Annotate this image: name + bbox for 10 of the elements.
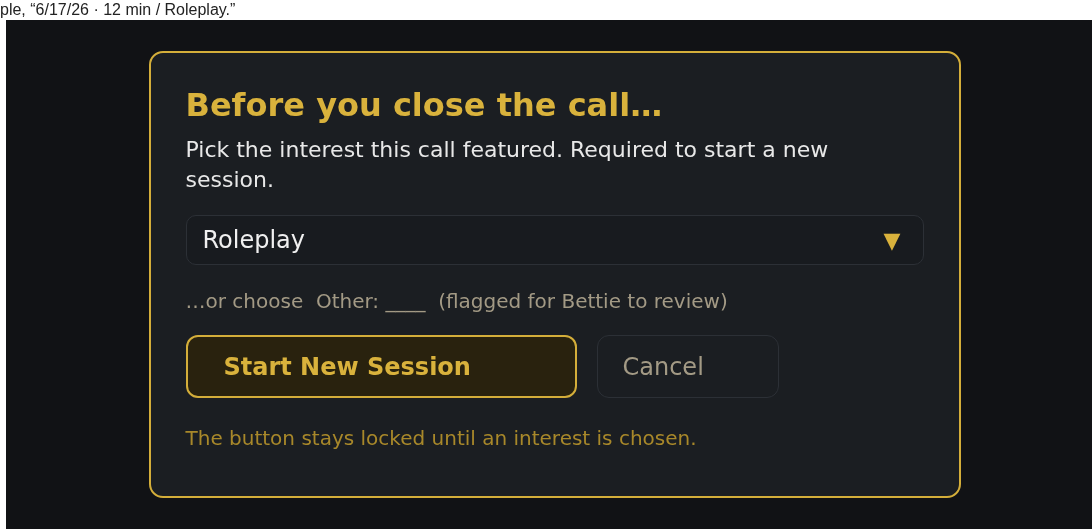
footer-note: The button stays locked until an interest is chosen. [185,426,697,450]
dialog-title: Before you close the call… [185,85,663,126]
start-session-button[interactable]: Start New Session [185,335,577,398]
dropdown-caret-icon: ▼ [883,227,901,253]
dropdown-value: Roleplay [202,226,306,254]
interest-dropdown[interactable]: Roleplay ▼ [185,215,924,265]
cancel-button[interactable]: Cancel [596,335,779,398]
dialog-description: Pick the interest this call featured. Required to start a new session. [185,136,830,194]
other-hint: …or choose Other: ____ (flagged for Bettie to review) [185,289,728,313]
caption-text: ple, “6/17/26 · 12 min / Roleplay.” [0,0,236,20]
